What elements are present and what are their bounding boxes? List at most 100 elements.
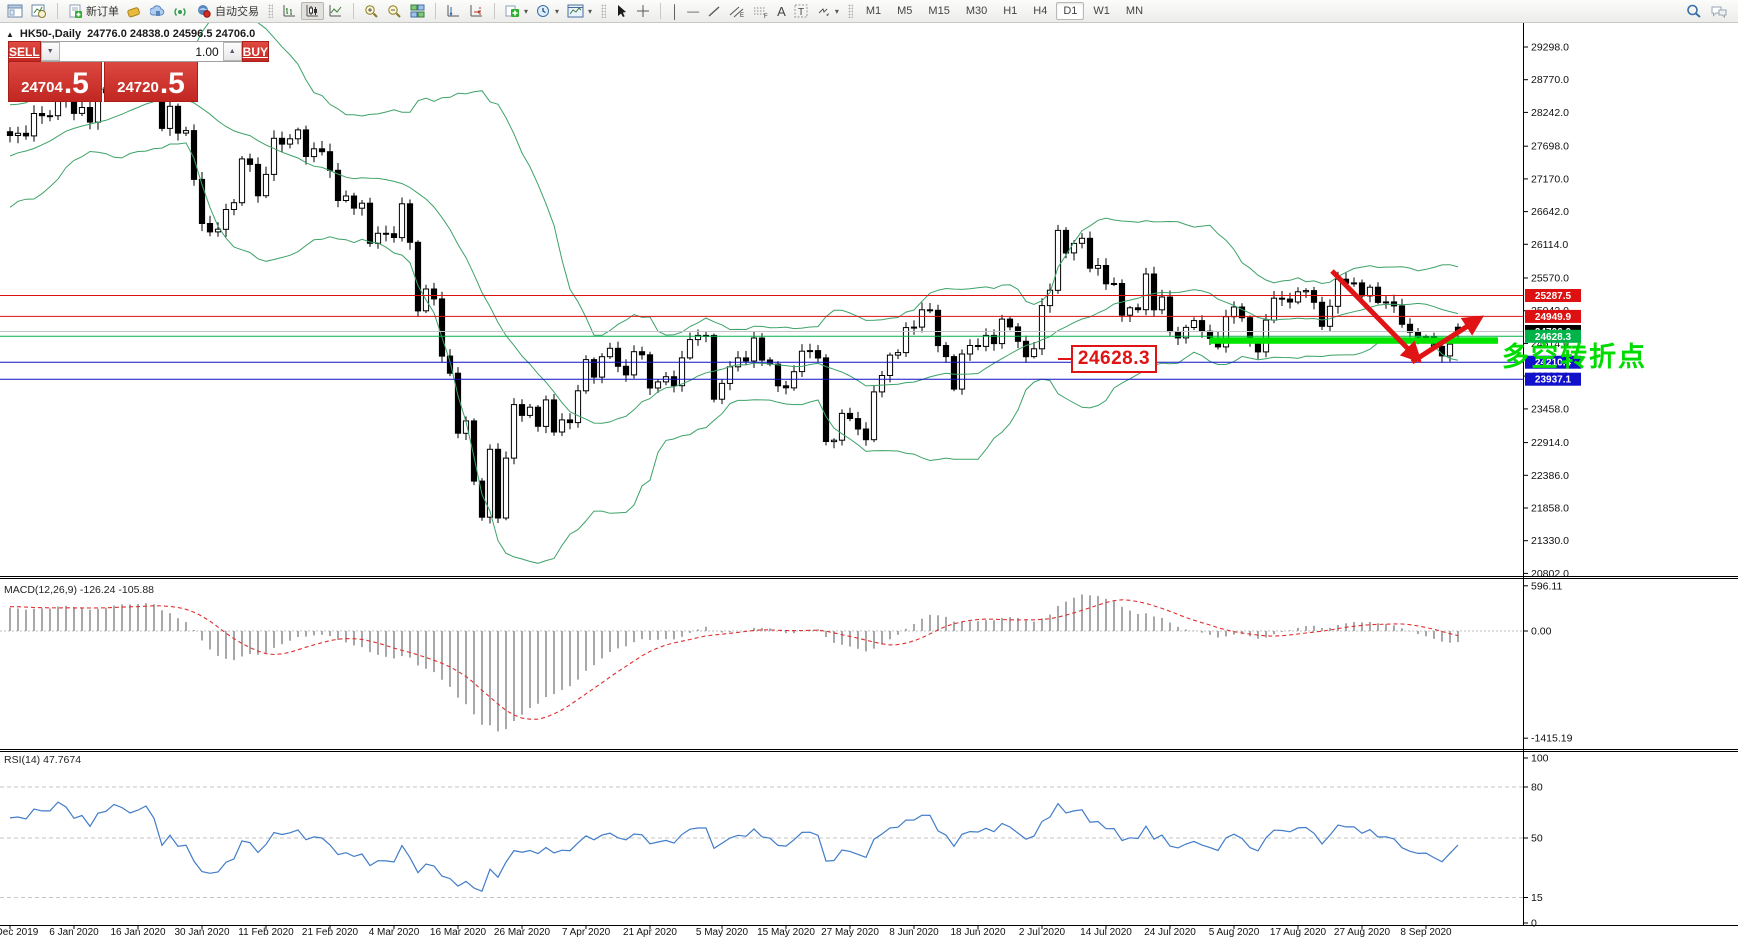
templates-button[interactable]: ▾ xyxy=(563,2,596,20)
new-chart-button[interactable] xyxy=(3,2,27,20)
candlestick-chart-type-button[interactable] xyxy=(301,2,324,20)
add-indicator-button[interactable]: ▾ xyxy=(501,2,532,20)
volume-input[interactable] xyxy=(60,42,223,61)
vertical-line-tool-button[interactable]: │ xyxy=(667,3,683,20)
chart-title: ▲ HK50-,Daily 24776.0 24838.0 24596.5 24… xyxy=(6,28,255,40)
rsi-pane xyxy=(0,787,1523,898)
svg-text:100: 100 xyxy=(1531,753,1549,765)
svg-text:5 May 2020: 5 May 2020 xyxy=(696,927,749,937)
tile-windows-button[interactable] xyxy=(406,2,429,20)
new-order-button[interactable]: 新订单 xyxy=(64,1,123,21)
svg-text:-1415.19: -1415.19 xyxy=(1531,733,1573,745)
svg-text:8 Sep 2020: 8 Sep 2020 xyxy=(1400,927,1452,937)
autotrading-button[interactable]: 自动交易 xyxy=(192,1,263,21)
date-axis[interactable]: 20 Dec 20196 Jan 202016 Jan 202030 Jan 2… xyxy=(0,925,1452,937)
ohlc-values: 24776.0 24838.0 24596.5 24706.0 xyxy=(87,28,255,40)
level-axis-label: 25287.5 xyxy=(1525,289,1581,302)
auto-scroll-button[interactable] xyxy=(442,2,465,20)
metaeditor-button[interactable] xyxy=(123,3,146,20)
timeframe-mn[interactable]: MN xyxy=(1119,2,1150,20)
chat-icon[interactable] xyxy=(1706,2,1732,21)
svg-text:16 Jan 2020: 16 Jan 2020 xyxy=(110,927,165,937)
equidistant-channel-tool-button[interactable]: E xyxy=(725,3,749,20)
timeframe-h4[interactable]: H4 xyxy=(1026,2,1054,20)
timeframe-m15[interactable]: M15 xyxy=(921,2,956,20)
svg-text:23937.1: 23937.1 xyxy=(1535,375,1572,386)
svg-text:E: E xyxy=(740,13,744,18)
svg-text:596.11: 596.11 xyxy=(1531,580,1562,592)
volume-decrease-button[interactable]: ▼ xyxy=(41,42,60,61)
price-callout-box[interactable]: 24628.3 xyxy=(1071,345,1157,373)
timeframe-w1[interactable]: W1 xyxy=(1086,2,1117,20)
bar-chart-type-button[interactable] xyxy=(278,2,301,20)
svg-text:18 Jun 2020: 18 Jun 2020 xyxy=(950,927,1005,937)
price-chart-canvas[interactable]: 29298.028770.028242.027698.027170.026642… xyxy=(0,23,1738,937)
new-order-label: 新订单 xyxy=(86,3,119,19)
arrows-tool-caret[interactable]: ▾ xyxy=(835,7,839,16)
svg-text:11 Feb 2020: 11 Feb 2020 xyxy=(238,927,294,937)
thick-green-support-line[interactable] xyxy=(1210,337,1498,344)
svg-text:26 Mar 2020: 26 Mar 2020 xyxy=(494,927,551,937)
horizontal-line-tool-button[interactable]: — xyxy=(683,3,703,19)
svg-text:0: 0 xyxy=(1531,918,1537,930)
indicator-axes: 596.110.00-1415.191008050150 xyxy=(1523,580,1573,929)
svg-text:20802.0: 20802.0 xyxy=(1531,568,1569,580)
timeframe-m30[interactable]: M30 xyxy=(959,2,994,20)
timeframe-m5[interactable]: M5 xyxy=(890,2,919,20)
zoom-out-button[interactable] xyxy=(383,2,406,20)
sell-price-main: 24704 xyxy=(21,77,63,99)
text-label-tool-button[interactable]: T xyxy=(790,2,813,20)
signals-button[interactable] xyxy=(169,3,192,20)
timeframe-h1[interactable]: H1 xyxy=(996,2,1024,20)
bollinger-upper-band xyxy=(10,23,1458,335)
svg-text:21858.0: 21858.0 xyxy=(1531,503,1569,515)
profiles-button[interactable] xyxy=(27,2,51,20)
trendline-tool-button[interactable] xyxy=(703,3,725,20)
fibonacci-tool-button[interactable]: F xyxy=(749,3,773,20)
line-chart-type-button[interactable] xyxy=(324,2,347,20)
sell-price[interactable]: 24704 .5 xyxy=(8,62,102,102)
svg-text:27 May 2020: 27 May 2020 xyxy=(821,927,879,937)
svg-text:29298.0: 29298.0 xyxy=(1531,42,1569,54)
svg-text:14 Jul 2020: 14 Jul 2020 xyxy=(1080,927,1132,937)
buy-price[interactable]: 24720 .5 xyxy=(104,62,198,102)
volume-increase-button[interactable]: ▲ xyxy=(223,42,242,61)
buy-price-frac: .5 xyxy=(160,69,185,99)
svg-text:27698.0: 27698.0 xyxy=(1531,141,1569,153)
timeframe-switcher: M1M5M15M30H1H4D1W1MN xyxy=(855,0,1154,22)
turning-point-annotation[interactable]: 多空转折点 xyxy=(1502,335,1647,374)
bollinger-bands xyxy=(10,23,1458,563)
svg-text:7 Apr 2020: 7 Apr 2020 xyxy=(562,927,611,937)
svg-text:20 Dec 2019: 20 Dec 2019 xyxy=(0,927,39,937)
period-button[interactable]: ▾ xyxy=(532,2,563,20)
cursor-tool-button[interactable] xyxy=(611,2,632,20)
svg-text:15 May 2020: 15 May 2020 xyxy=(757,927,815,937)
templates-caret[interactable]: ▾ xyxy=(588,7,592,16)
svg-text:17 Aug 2020: 17 Aug 2020 xyxy=(1270,927,1327,937)
level-axis-label: 24949.9 xyxy=(1525,310,1581,323)
svg-text:4 Mar 2020: 4 Mar 2020 xyxy=(369,927,420,937)
candles-layer xyxy=(7,54,1460,524)
buy-button[interactable]: BUY xyxy=(242,41,269,62)
add-indicator-caret[interactable]: ▾ xyxy=(524,7,528,16)
svg-text:28242.0: 28242.0 xyxy=(1531,107,1569,119)
main-toolbar: 新订单 自动交易 xyxy=(0,0,1738,23)
search-icon[interactable] xyxy=(1682,2,1706,21)
svg-text:2 Jul 2020: 2 Jul 2020 xyxy=(1019,927,1066,937)
text-tool-button[interactable]: A xyxy=(773,3,790,20)
timeframe-m1[interactable]: M1 xyxy=(859,2,888,20)
svg-text:8 Jun 2020: 8 Jun 2020 xyxy=(889,927,939,937)
zoom-in-button[interactable] xyxy=(360,2,383,20)
macd-pane-label: MACD(12,26,9) -126.24 -105.88 xyxy=(4,584,154,596)
collapse-panel-icon[interactable]: ▲ xyxy=(6,30,14,39)
sell-price-frac: .5 xyxy=(64,69,89,99)
svg-text:28770.0: 28770.0 xyxy=(1531,74,1569,86)
timeframe-d1[interactable]: D1 xyxy=(1056,2,1084,20)
market-button[interactable] xyxy=(146,3,169,20)
crosshair-tool-button[interactable] xyxy=(632,2,654,20)
arrows-tool-button[interactable]: ▾ xyxy=(813,3,843,20)
chart-shift-button[interactable] xyxy=(465,2,488,20)
buy-price-main: 24720 xyxy=(117,77,159,99)
period-caret[interactable]: ▾ xyxy=(555,7,559,16)
sell-button[interactable]: SELL xyxy=(8,41,41,62)
